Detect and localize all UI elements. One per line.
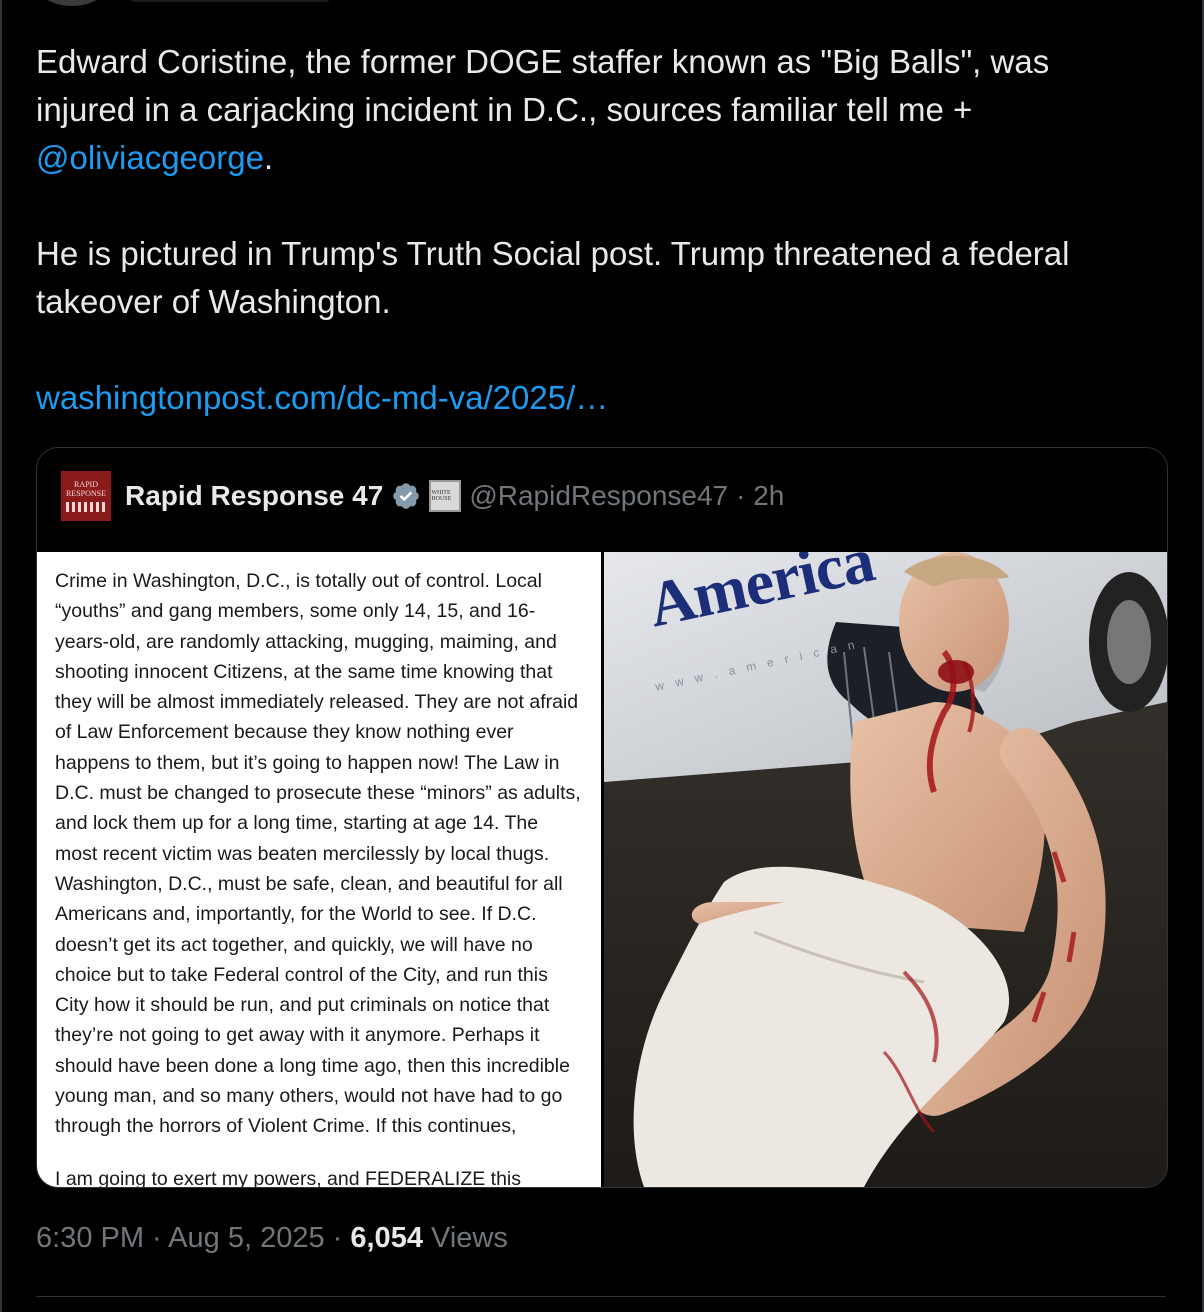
mention-link[interactable]: @oliviacgeorge	[36, 139, 264, 176]
white-house-badge-icon: WHITE HOUSE	[429, 480, 462, 512]
quoted-timestamp: · 2h	[736, 480, 785, 511]
mention-suffix: .	[263, 139, 274, 176]
frame-border-left	[0, 0, 2, 1312]
tweet-meta: 6:30 PM · Aug 5, 2025 · 6,054 Views	[36, 1222, 508, 1255]
views-count: 6,054	[350, 1222, 423, 1254]
tweet-time[interactable]: 6:30 PM	[36, 1222, 144, 1254]
tweet-paragraph-2: He is pictured in Trump's Truth Social p…	[36, 235, 1070, 320]
tweet-paragraph-1: Edward Coristine, the former DOGE staffe…	[36, 38, 1156, 182]
author-name-cut	[130, 0, 330, 2]
quoted-tweet-header: RAPID RESPONSE Rapid Response 47 WHITE H…	[61, 471, 785, 521]
views-label: Views	[422, 1222, 508, 1254]
quoted-handle: @RapidResponse47	[469, 480, 729, 511]
tweet-date[interactable]: Aug 5, 2025	[168, 1222, 324, 1254]
quoted-tweet-card[interactable]: RAPID RESPONSE Rapid Response 47 WHITE H…	[36, 447, 1168, 1188]
quoted-media-grid: Crime in Washington, D.C., is totally ou…	[37, 552, 1167, 1187]
tweet-line-1: Edward Coristine, the former DOGE staffe…	[36, 43, 1050, 128]
badge-text: WHITE HOUSE	[431, 490, 452, 502]
photo-illustration	[604, 552, 1167, 1187]
quoted-display-name[interactable]: Rapid Response 47	[125, 480, 383, 512]
meta-separator-1: ·	[144, 1222, 169, 1254]
meta-separator-2: ·	[324, 1222, 351, 1254]
article-link[interactable]: washingtonpost.com/dc-md-va/2025/…	[36, 379, 608, 416]
avatar-columns-graphic	[66, 502, 106, 512]
truth-post-cut-line: I am going to exert my powers, and FEDER…	[55, 1168, 522, 1187]
truth-social-screenshot[interactable]: Crime in Washington, D.C., is totally ou…	[37, 552, 604, 1187]
avatar-text-rapid: RAPID	[73, 480, 98, 489]
truth-post-text: Crime in Washington, D.C., is totally ou…	[55, 570, 581, 1138]
avatar-text-response: RESPONSE	[65, 489, 106, 498]
injured-person-photo[interactable]: America w w w . a m e r i c a n	[604, 552, 1167, 1187]
quoted-avatar[interactable]: RAPID RESPONSE	[61, 471, 111, 521]
tweet-body: Edward Coristine, the former DOGE staffe…	[36, 38, 1156, 422]
divider	[36, 1296, 1166, 1297]
author-avatar[interactable]	[40, 0, 104, 6]
verified-badge-icon	[393, 483, 420, 509]
